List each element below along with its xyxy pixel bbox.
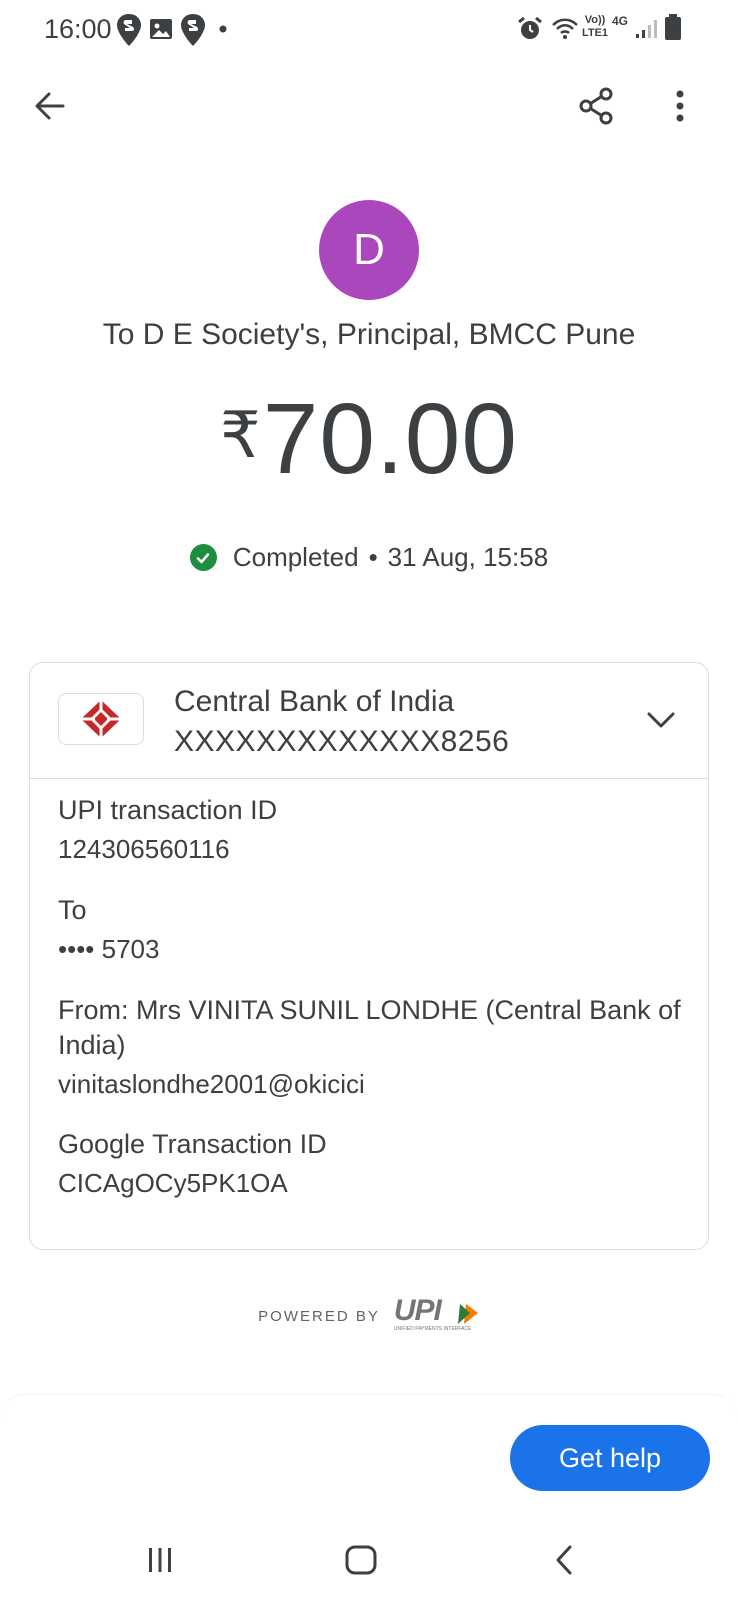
powered-by-text: POWERED BY — [258, 1307, 380, 1325]
google-transaction-id-label: Google Transaction ID — [58, 1129, 327, 1159]
home-icon — [345, 1545, 377, 1575]
bank-name: Central Bank of India — [174, 685, 455, 718]
from-upi-id: vinitaslondhe2001@okicici — [58, 1069, 365, 1099]
swiggy-notification-icon — [117, 14, 141, 46]
recents-button[interactable] — [120, 1520, 200, 1600]
alarm-icon — [518, 16, 542, 39]
status-text: Completed — [232, 542, 359, 572]
app-bar — [0, 70, 738, 142]
to-account-value: •••• 5703 — [58, 934, 160, 964]
powered-by-upi: POWERED BY UPI UNIFIED PAYMENTS INTERFAC… — [0, 1294, 738, 1334]
back-arrow-icon — [35, 92, 65, 120]
gallery-icon — [150, 19, 172, 39]
volte-icon: Vo)) LTE1 — [581, 14, 609, 39]
bank-account-row[interactable]: Central Bank of India XXXXXXXXXXXXX8256 — [30, 663, 708, 779]
signal-icon — [636, 20, 657, 38]
separator: • — [368, 542, 378, 572]
amount: ₹70.00 — [0, 382, 738, 497]
nav-back-button[interactable] — [524, 1520, 604, 1600]
check-circle-icon — [189, 544, 217, 571]
transaction-status: Completed • 31 Aug, 15:58 — [0, 542, 738, 573]
back-button[interactable] — [18, 70, 82, 142]
system-navigation-bar — [0, 1520, 738, 1600]
share-button[interactable] — [564, 70, 628, 142]
upi-transaction-id-section: UPI transaction ID 124306560116 — [58, 793, 688, 867]
upi-logo-text: UPI — [393, 1294, 442, 1327]
central-bank-logo-icon — [58, 693, 144, 745]
recents-icon — [149, 1548, 171, 1572]
upi-logo: UPI UNIFIED PAYMENTS INTERFACE — [393, 1294, 480, 1334]
more-vert-icon — [676, 90, 684, 122]
transaction-datetime: 31 Aug, 15:58 — [387, 542, 549, 572]
bank-account-number: XXXXXXXXXXXXX8256 — [174, 725, 510, 758]
transaction-details-card: Central Bank of India XXXXXXXXXXXXX8256 … — [29, 662, 709, 1250]
get-help-button[interactable]: Get help — [510, 1425, 710, 1491]
amount-value: 70.00 — [262, 383, 518, 495]
status-time: 16:00 — [44, 14, 112, 44]
payee-name: To D E Society's, Principal, BMCC Pune — [102, 318, 636, 351]
more-options-button[interactable] — [648, 70, 712, 142]
to-section: To •••• 5703 — [58, 893, 688, 967]
wifi-icon — [552, 18, 578, 39]
currency-symbol: ₹ — [220, 399, 261, 471]
upi-transaction-id-label: UPI transaction ID — [58, 795, 278, 825]
swiggy-notification-icon — [181, 14, 205, 46]
share-icon — [579, 87, 613, 125]
chevron-down-icon — [647, 712, 675, 728]
battery-icon — [665, 14, 681, 40]
google-transaction-id-value: CICAgOCy5PK1OA — [58, 1168, 288, 1198]
home-button[interactable] — [321, 1520, 401, 1600]
upi-logo-subtext: UNIFIED PAYMENTS INTERFACE — [393, 1326, 472, 1332]
network-type: 4G — [612, 14, 629, 28]
expand-button[interactable] — [638, 697, 684, 743]
from-label: From: Mrs VINITA SUNIL LONDHE (Central B… — [58, 995, 681, 1060]
upi-transaction-id-value: 124306560116 — [58, 834, 230, 864]
from-section: From: Mrs VINITA SUNIL LONDHE (Central B… — [58, 993, 688, 1102]
google-transaction-id-section: Google Transaction ID CICAgOCy5PK1OA — [58, 1127, 688, 1201]
notification-dot-icon — [219, 25, 227, 33]
nav-back-icon — [556, 1545, 572, 1575]
status-bar: 16:00 Vo)) LTE1 4G — [0, 0, 738, 56]
avatar: D — [319, 200, 419, 300]
to-label: To — [58, 895, 87, 925]
